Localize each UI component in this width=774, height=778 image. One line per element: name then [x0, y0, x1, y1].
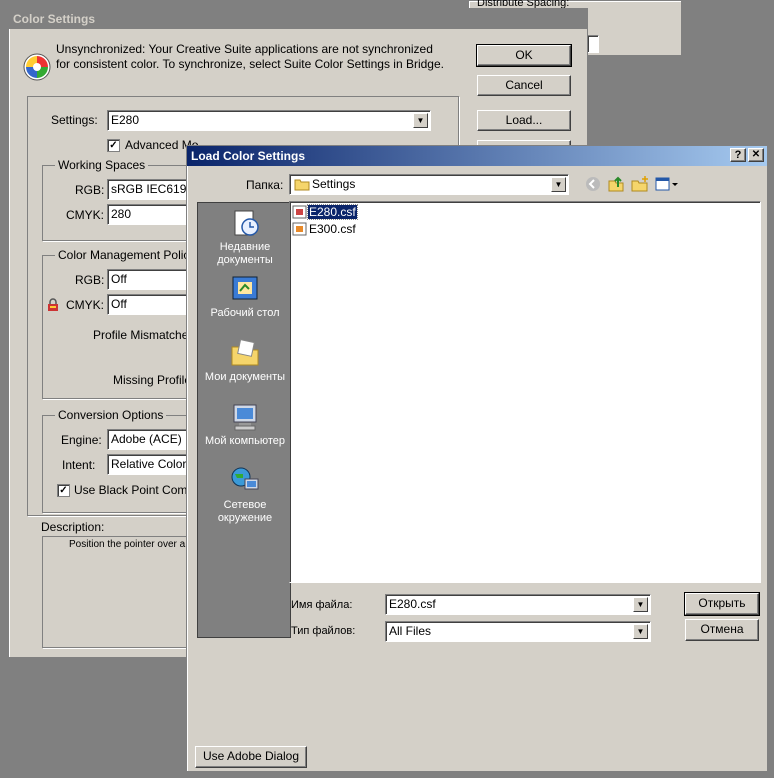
sync-message-line2: for consistent color. To synchronize, se…	[56, 57, 444, 71]
description-box: Position the pointer over a h	[42, 536, 194, 648]
engine-label: Engine:	[61, 433, 102, 447]
place-desktop[interactable]: Рабочий стол	[198, 273, 292, 320]
filetype-label: Тип файлов:	[291, 625, 356, 637]
folder-label: Папка:	[246, 178, 284, 192]
place-label-network: Сетевое окружение	[217, 499, 273, 524]
csf-file-icon	[292, 205, 307, 219]
cmyk-working-label: CMYK:	[66, 208, 105, 222]
cmyk-policy-label: CMYK:	[66, 298, 105, 312]
conversion-title: Conversion Options	[55, 408, 167, 422]
filetype-value: All Files	[389, 624, 432, 638]
back-icon[interactable]	[585, 176, 601, 192]
filename-label: Имя файла:	[291, 599, 353, 611]
file-name-e280: E280.csf	[307, 204, 358, 220]
settings-label: Settings:	[51, 113, 98, 127]
folder-select[interactable]: Settings ▼	[289, 174, 569, 195]
intent-label: Intent:	[62, 458, 96, 472]
network-icon	[229, 465, 261, 497]
cancel-button[interactable]: Cancel	[477, 75, 571, 96]
filename-input[interactable]: E280.csf ▼	[385, 594, 651, 615]
view-menu-icon[interactable]	[655, 176, 679, 192]
filetype-select[interactable]: All Files ▼	[385, 621, 651, 642]
folder-icon	[294, 178, 310, 191]
profile-mismatches-label: Profile Mismatche	[93, 328, 189, 342]
load-dialog-titlebar: Load Color Settings ? ✕	[187, 146, 767, 166]
place-recent-documents[interactable]: Недавние документы	[198, 207, 292, 267]
chevron-down-icon[interactable]: ▼	[551, 177, 566, 192]
open-button[interactable]: Открыть	[684, 592, 760, 616]
cmyk-policy-select[interactable]: Off	[107, 294, 187, 315]
settings-value: E280	[111, 113, 140, 127]
new-folder-icon[interactable]	[631, 175, 649, 193]
filename-value: E280.csf	[389, 597, 436, 611]
file-name-e300: E300.csf	[309, 222, 356, 236]
engine-select[interactable]: Adobe (ACE)	[107, 429, 187, 450]
settings-select[interactable]: E280 ▼	[107, 110, 431, 131]
black-point-checkbox[interactable]: ✓	[57, 484, 70, 497]
background-field	[587, 35, 599, 53]
advanced-mode-checkbox[interactable]: ✓	[107, 139, 120, 152]
place-my-documents[interactable]: Мои документы	[198, 337, 292, 384]
dialog-cancel-button[interactable]: Отмена	[685, 619, 759, 641]
description-text: Position the pointer over a h	[69, 539, 194, 550]
help-button[interactable]: ?	[730, 148, 746, 162]
desktop-icon	[229, 273, 261, 305]
load-dialog-title: Load Color Settings	[191, 149, 305, 163]
place-label-desktop: Рабочий стол	[210, 307, 280, 319]
places-bar: Недавние документы Рабочий стол Мои доку…	[197, 202, 291, 638]
lock-icon	[47, 298, 59, 312]
rgb-working-select[interactable]: sRGB IEC6196	[107, 179, 187, 200]
chevron-down-icon[interactable]: ▼	[633, 597, 648, 612]
unsynchronized-icon	[23, 53, 51, 81]
cmyk-working-select[interactable]: 280	[107, 204, 187, 225]
sync-message-line1: Unsynchronized: Your Creative Suite appl…	[56, 42, 433, 56]
place-label-my-computer: Мой компьютер	[204, 435, 286, 447]
load-color-settings-dialog: Load Color Settings ? ✕ Папка: Settings …	[186, 145, 768, 772]
rgb-policy-select[interactable]: Off	[107, 269, 187, 290]
description-label: Description:	[41, 520, 105, 534]
recent-documents-icon	[229, 207, 261, 239]
intent-select[interactable]: Relative Colori	[107, 454, 187, 475]
place-network[interactable]: Сетевое окружение	[198, 465, 292, 525]
place-label-recent: Недавние документы	[217, 241, 273, 266]
rgb-policy-label: RGB:	[75, 273, 105, 287]
chevron-down-icon[interactable]: ▼	[413, 113, 428, 128]
up-folder-icon[interactable]	[607, 175, 625, 193]
folder-value: Settings	[312, 177, 356, 191]
use-adobe-dialog-button[interactable]: Use Adobe Dialog	[195, 746, 307, 768]
black-point-label: Use Black Point Com	[74, 483, 188, 497]
my-computer-icon	[229, 401, 261, 433]
color-management-title: Color Management Polic	[55, 248, 193, 262]
working-spaces-group	[42, 165, 192, 241]
file-list[interactable]: E280.csf E300.csf	[289, 201, 761, 583]
close-button[interactable]: ✕	[748, 148, 764, 162]
place-my-computer[interactable]: Мой компьютер	[198, 401, 292, 448]
my-documents-icon	[229, 337, 261, 369]
working-spaces-title: Working Spaces	[55, 158, 149, 172]
csf-file-icon	[292, 222, 307, 236]
ok-button[interactable]: OK	[476, 44, 572, 67]
missing-profiles-label: Missing Profile	[113, 373, 192, 387]
chevron-down-icon[interactable]: ▼	[633, 624, 648, 639]
rgb-working-label: RGB:	[75, 183, 105, 197]
color-settings-titlebar: Color Settings	[9, 9, 587, 29]
load-button[interactable]: Load...	[477, 110, 571, 131]
place-label-my-documents: Мои документы	[204, 371, 286, 383]
